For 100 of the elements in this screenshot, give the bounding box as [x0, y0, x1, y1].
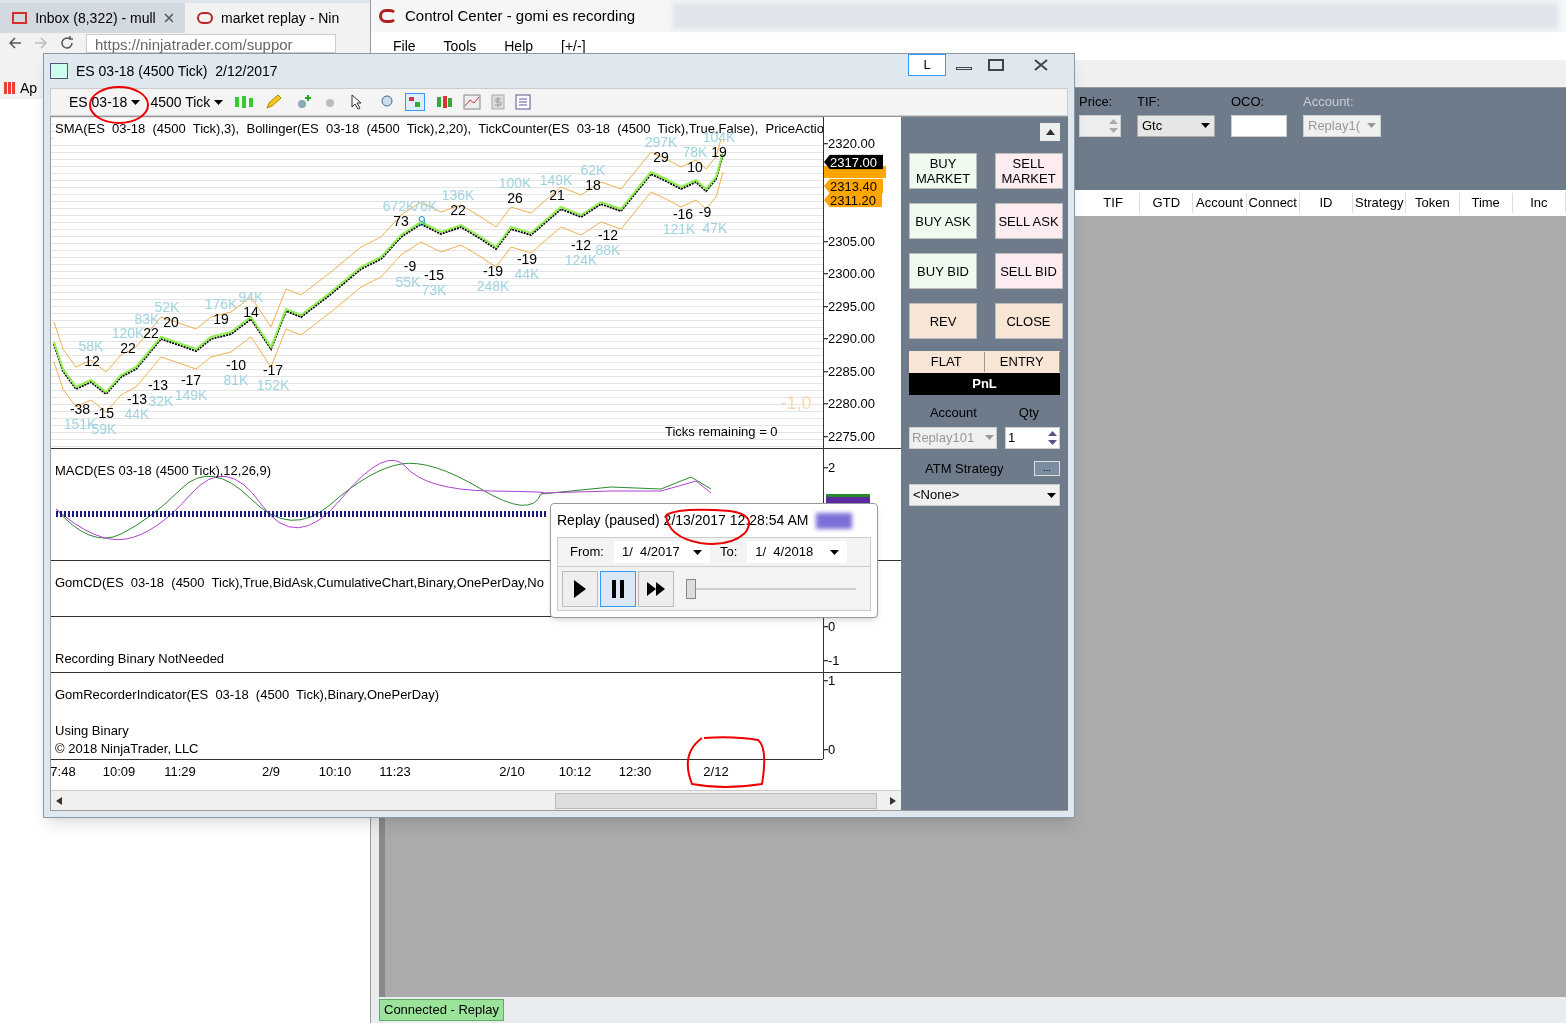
swing-label: 22 [120, 341, 136, 355]
close-icon[interactable] [163, 13, 173, 23]
oco-field[interactable] [1231, 114, 1287, 137]
tab-favicon-icon [197, 12, 213, 24]
swing-label: 29 [653, 150, 669, 164]
swing-label: 152K [256, 378, 290, 392]
menu-item[interactable]: Tools [443, 35, 477, 57]
field-label: To: [719, 543, 738, 562]
field-label: ATM Strategy [924, 459, 1004, 478]
zoom-icon[interactable] [379, 94, 396, 110]
axis-tick: 2 [828, 459, 836, 478]
menu-item[interactable]: Help [504, 35, 534, 57]
dropdown-arrow-icon [1367, 123, 1376, 128]
time-tick: 12:30 [618, 763, 652, 781]
order-button[interactable]: SELL ASK [994, 203, 1063, 239]
fast-forward-button[interactable] [638, 570, 674, 607]
order-button[interactable]: CLOSE [994, 303, 1063, 339]
tab-title: market replay - Nin [221, 8, 340, 28]
recording-status: Recording Binary NotNeeded [55, 649, 225, 668]
time-tick: 11:29 [164, 763, 196, 781]
axis-tick: 2275.00 [828, 428, 875, 447]
indicator-legend: GomRecorderIndicator(ES 03-18 (4500 Tick),Binary,OnePerDay) [55, 685, 440, 705]
properties-icon[interactable] [515, 94, 532, 110]
axis-tick: 0 [828, 741, 836, 760]
dropdown-arrow-icon [131, 99, 141, 105]
menu-item[interactable]: File [393, 35, 416, 57]
swing-label: -9 [403, 259, 417, 273]
swing-label: 78K [682, 145, 708, 159]
column-header[interactable]: Time [1459, 193, 1513, 213]
horizontal-scrollbar[interactable] [555, 792, 877, 809]
connection-status: Connected - Replay [379, 999, 504, 1021]
pause-button[interactable] [600, 570, 636, 607]
swing-label: 22 [143, 326, 159, 340]
close-icon[interactable] [1034, 59, 1048, 71]
atm-settings-button[interactable]: ... [1034, 460, 1060, 476]
qty-spinner[interactable]: 1 [1005, 426, 1060, 449]
from-date-picker[interactable]: 1/ 4/2017 [613, 541, 710, 563]
swing-label: -12 [570, 238, 592, 252]
instrument-selector[interactable]: ES 03-18 [69, 91, 141, 113]
interval-selector[interactable]: 4500 Tick [150, 91, 224, 113]
column-header[interactable]: GTD [1140, 193, 1194, 213]
swing-label: -15 [423, 268, 445, 282]
replay-speed-slider[interactable] [686, 578, 856, 599]
atm-strategy-select[interactable]: <None> [909, 484, 1060, 506]
order-button[interactable]: BUY BID [909, 253, 977, 289]
play-button[interactable] [562, 570, 598, 607]
chart-bars-icon[interactable] [435, 94, 454, 110]
order-button[interactable]: BUY ASK [909, 203, 977, 239]
swing-label: -19 [482, 264, 504, 278]
order-button[interactable]: REV [909, 303, 977, 339]
position-cell: FLAT [909, 352, 985, 372]
position-cell: ENTRY [984, 352, 1060, 372]
swing-label: 88K [595, 243, 621, 257]
to-date-picker[interactable]: 1/ 4/2018 [747, 541, 848, 563]
swing-label: 44K [124, 407, 150, 421]
back-arrow-icon[interactable] [8, 37, 22, 49]
column-header[interactable]: Strategy [1353, 193, 1407, 213]
price-spinner[interactable] [1079, 114, 1121, 137]
address-field[interactable]: https://ninjatrader.com/suppor [86, 33, 336, 53]
column-header[interactable]: Account [1193, 193, 1247, 213]
order-button[interactable]: SELL BID [994, 253, 1063, 289]
line-chart-icon[interactable] [463, 94, 482, 110]
swing-label: 52K [154, 300, 180, 314]
swing-label: 120K [111, 326, 145, 340]
column-header[interactable]: Inc [1512, 193, 1566, 213]
bookmark-link[interactable]: Ap [20, 77, 38, 99]
scroll-right-icon[interactable] [890, 796, 896, 805]
field-label: TIF: [1137, 93, 1162, 111]
apps-grid-icon[interactable] [4, 82, 16, 94]
link-button[interactable]: L [908, 54, 946, 76]
column-header[interactable]: TIF [1087, 193, 1141, 213]
column-header[interactable]: Token [1406, 193, 1460, 213]
axis-tick: 2295.00 [828, 298, 875, 317]
swing-label: 47K [702, 221, 728, 235]
column-header[interactable]: Connect [1246, 193, 1300, 213]
column-header[interactable]: ID [1299, 193, 1354, 213]
indicator-legend: GomCD(ES 03-18 (4500 Tick),True,BidAsk,CumulativeChart,Binary,OnePerDay,No [55, 575, 544, 590]
swing-label: 248K [476, 279, 510, 293]
slider-thumb[interactable] [686, 578, 696, 599]
select-field[interactable]: Gtc [1137, 114, 1215, 137]
browser-tab[interactable]: market replay - Nin [185, 3, 370, 33]
dropdown-arrow-icon [830, 549, 840, 555]
time-tick: 10:09 [102, 763, 136, 781]
hand-drawn-circle [88, 84, 150, 126]
browser-tab[interactable]: Inbox (8,322) - mull [0, 3, 185, 33]
swing-label: 83K [134, 312, 160, 326]
collapse-up-icon[interactable] [1045, 129, 1055, 135]
price-marker: 2313.40 [824, 178, 883, 194]
swing-label: 73 [393, 214, 409, 228]
chart-bars-icon[interactable] [405, 93, 426, 111]
order-button[interactable]: BUY MARKET [909, 153, 977, 189]
swing-label: -17 [262, 363, 284, 377]
axis-tick: 2300.00 [828, 265, 875, 284]
spinner-arrows-icon [1048, 429, 1057, 446]
time-tick: 2/12 [703, 763, 729, 781]
order-button[interactable]: SELL MARKET [994, 153, 1063, 189]
tab-title: Inbox (8,322) - mull [35, 8, 156, 28]
pin-plus-icon[interactable] [295, 94, 314, 110]
reload-icon[interactable] [60, 36, 74, 50]
scroll-left-icon[interactable] [56, 796, 62, 805]
